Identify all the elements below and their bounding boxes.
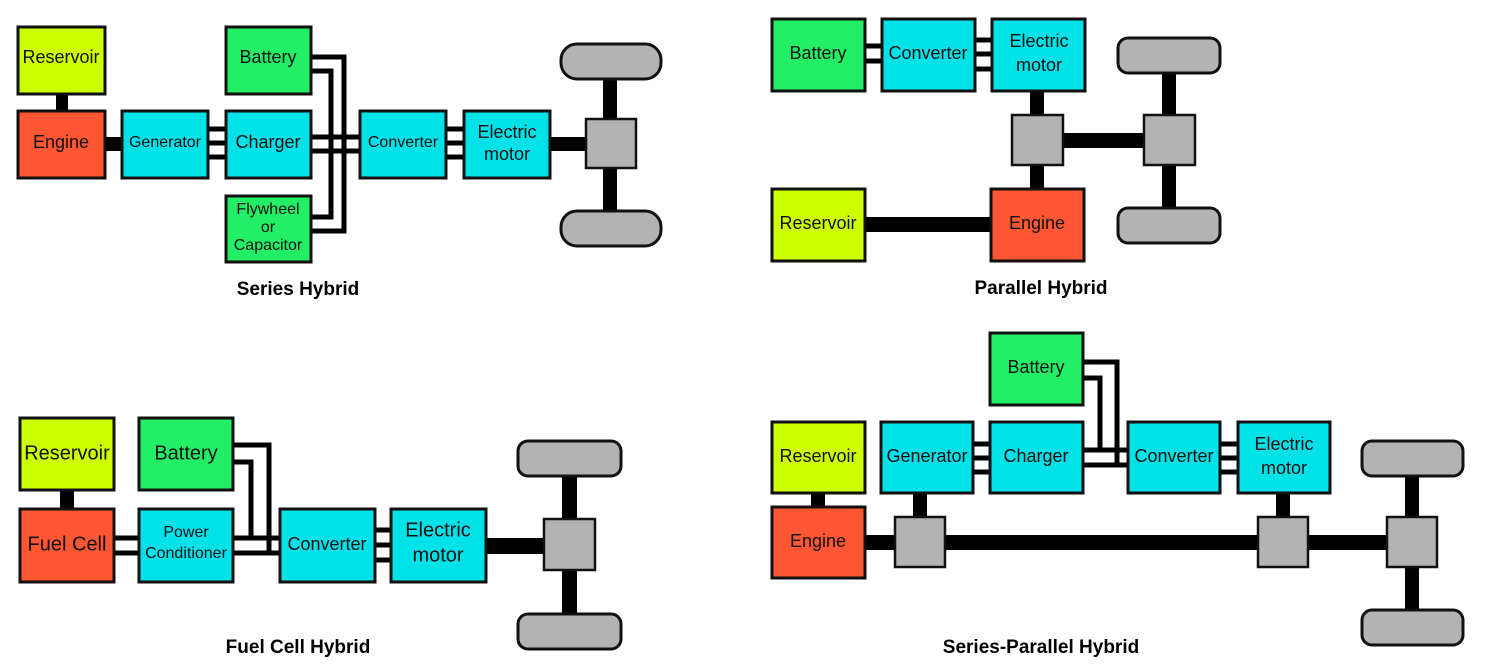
series-generator-charger-wires	[208, 126, 226, 160]
series-flywheel-label-2: or	[261, 219, 276, 236]
series-battery-label: Battery	[239, 47, 296, 67]
parallel-battery-converter-wires	[865, 43, 882, 64]
parallel-converter-label: Converter	[888, 43, 967, 63]
series-generator-label: Generator	[129, 134, 202, 151]
fuelcell-front-axle	[562, 476, 577, 520]
sp-generator-label: Generator	[886, 446, 967, 466]
parallel-front-axle	[1162, 72, 1176, 116]
series-reservoir-label: Reservoir	[22, 47, 99, 67]
fuelcell-conditioner-converter-wires	[233, 535, 280, 556]
series-converter-label: Converter	[368, 134, 439, 151]
series-reservoir-engine-link	[56, 94, 68, 112]
fuelcell-drive-shaft	[486, 538, 544, 554]
series-motor-label-2: motor	[484, 144, 530, 164]
parallel-torque-coupler	[1010, 113, 1065, 167]
series-battery-wire-2	[311, 68, 334, 137]
parallel-reservoir-label: Reservoir	[779, 213, 856, 233]
parallel-front-wheel	[1116, 36, 1222, 75]
sp-drive-shaft	[1307, 535, 1388, 550]
series-charger-label: Charger	[235, 132, 300, 152]
parallel-converter-motor-wires	[975, 37, 992, 72]
parallel-motor-label-1: Electric	[1009, 31, 1068, 51]
fuelcell-stack-label: Fuel Cell	[28, 533, 107, 555]
sp-battery-wire-2	[1083, 375, 1103, 450]
sp-motor-label-2: motor	[1261, 458, 1307, 478]
series-title: Series Hybrid	[237, 279, 360, 300]
parallel-differential	[1142, 113, 1197, 167]
fuelcell-converter-motor-wires	[375, 527, 391, 563]
hybrid-architectures-diagram: Reservoir Engine Generator Battery Charg…	[16, 17, 1465, 658]
parallel-rear-wheel	[1116, 206, 1222, 245]
parallel-hybrid: Battery Converter Electric motor Reservo…	[770, 17, 1222, 299]
parallel-coupler-engine-shaft	[1030, 165, 1044, 189]
fuelcell-differential	[542, 517, 597, 572]
fuelcell-rear-axle	[562, 570, 577, 616]
fuelcell-conditioner-label-2: Conditioner	[145, 545, 228, 562]
sp-differential	[1385, 515, 1439, 569]
sp-front-axle	[1405, 475, 1419, 518]
series-engine-label: Engine	[33, 132, 89, 152]
series-rear-wheel	[559, 209, 663, 248]
series-front-axle	[603, 78, 617, 118]
series-hybrid: Reservoir Engine Generator Battery Charg…	[16, 25, 663, 300]
fuelcell-converter-label: Converter	[287, 534, 366, 554]
fuelcell-reservoir-label: Reservoir	[24, 442, 110, 464]
series-motor-label-1: Electric	[477, 122, 536, 142]
fuelcell-reservoir-link	[60, 490, 74, 509]
series-rear-axle	[603, 168, 617, 212]
sp-torque-coupler	[1256, 515, 1310, 569]
parallel-title: Parallel Hybrid	[974, 278, 1107, 299]
series-parallel-hybrid: Battery Reservoir Generator Charger Conv…	[770, 331, 1465, 658]
sp-battery-label: Battery	[1007, 357, 1064, 377]
fuelcell-battery-label: Battery	[154, 442, 217, 464]
series-differential	[584, 117, 638, 170]
sp-power-split-device	[893, 515, 947, 569]
fuelcell-motor-label-2: motor	[412, 544, 463, 566]
sp-main-shaft	[945, 535, 1258, 550]
sp-engine-label: Engine	[790, 531, 846, 551]
sp-motor-coupler-shaft	[1276, 493, 1290, 518]
fuelcell-conditioner-label-1: Power	[163, 524, 209, 541]
fuelcell-front-wheel	[516, 439, 623, 478]
series-charger-converter-wires	[311, 134, 360, 154]
series-motor-drive-shaft	[550, 137, 586, 151]
series-flywheel-label-3: Capacitor	[234, 237, 303, 254]
sp-charger-label: Charger	[1003, 446, 1068, 466]
sp-rear-wheel	[1360, 608, 1465, 647]
sp-rear-axle	[1405, 567, 1419, 613]
fuelcell-battery-wire-2	[233, 459, 254, 538]
sp-engine-shaft	[864, 535, 896, 550]
series-flywheel-label-1: Flywheel	[236, 201, 299, 218]
sp-generator-coupler-shaft	[913, 493, 927, 518]
parallel-rear-axle	[1162, 165, 1176, 210]
series-engine-generator-shaft	[105, 137, 123, 151]
sp-title: Series-Parallel Hybrid	[943, 637, 1139, 658]
parallel-motor-coupler-shaft	[1030, 91, 1044, 116]
parallel-engine-label: Engine	[1009, 213, 1065, 233]
series-converter-motor-wires	[446, 126, 464, 160]
fuelcell-motor-label-1: Electric	[405, 519, 471, 541]
sp-charger-converter-wires	[1083, 447, 1128, 468]
sp-converter-label: Converter	[1134, 446, 1213, 466]
sp-front-wheel	[1360, 439, 1465, 478]
sp-converter-motor-wires	[1220, 441, 1238, 475]
sp-generator-charger-wires	[973, 441, 990, 475]
fuelcell-conditioner-wires	[115, 535, 138, 556]
fuelcell-title: Fuel Cell Hybrid	[226, 637, 371, 658]
fuelcell-rear-wheel	[516, 612, 623, 651]
sp-reservoir-engine-link	[811, 493, 825, 507]
sp-reservoir-label: Reservoir	[779, 446, 856, 466]
fuel-cell-hybrid: Reservoir Fuel Cell Battery Power Condit…	[18, 416, 623, 658]
parallel-battery-label: Battery	[789, 43, 846, 63]
parallel-fuel-line	[863, 217, 991, 232]
series-front-wheel	[559, 42, 663, 81]
parallel-drive-shaft	[1063, 133, 1145, 148]
parallel-motor-label-2: motor	[1016, 55, 1062, 75]
sp-motor-label-1: Electric	[1254, 434, 1313, 454]
